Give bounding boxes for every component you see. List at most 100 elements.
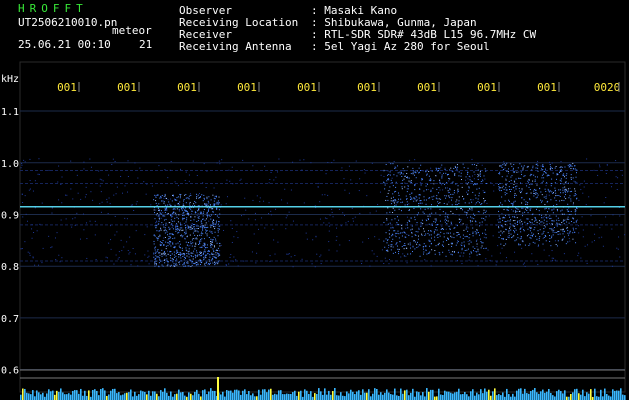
echo-speck [177,218,179,220]
echo-speck [400,232,402,234]
echo-speck [500,230,502,232]
echo-speck [182,212,184,214]
echo-speck [408,234,410,236]
noise-speck [61,202,63,204]
noise-speck [174,181,176,183]
echo-speck [553,227,555,229]
echo-speck [542,168,544,170]
echo-speck [212,258,214,260]
noise-speck [263,200,265,202]
level-bar [478,394,480,400]
echo-speck [551,191,553,193]
noise-speck [362,241,364,243]
noise-speck [303,159,305,161]
noise-speck [85,222,87,224]
echo-speck [425,185,427,187]
level-bar [366,392,368,400]
echo-speck [437,168,439,170]
noise-speck [219,163,221,165]
echo-speck [416,246,418,248]
echo-speck [214,198,216,200]
echo-speck [400,198,402,200]
echo-speck [561,222,563,224]
echo-speck [431,224,433,226]
echo-speck [484,168,486,170]
echo-speck [156,225,158,227]
echo-speck [544,171,546,173]
echo-speck [201,246,203,248]
echo-speck [199,246,201,248]
noise-speck [123,246,125,248]
level-bar [542,389,544,400]
echo-speck [446,219,448,221]
echo-speck [209,230,211,232]
echo-speck [477,248,479,250]
echo-speck [521,165,523,167]
noise-speck [270,214,272,216]
echo-speck [393,230,395,232]
noise-speck [146,183,148,185]
echo-speck [414,184,416,186]
noise-speck [521,189,523,191]
echo-speck [528,179,530,181]
echo-speck [158,209,160,211]
echo-speck [500,187,502,189]
echo-speck [396,232,398,234]
echo-speck [203,245,205,247]
echo-speck [182,235,184,237]
echo-speck [509,191,511,193]
echo-speck [202,233,204,235]
noise-speck [292,161,294,163]
noise-speck [572,204,574,206]
echo-speck [397,230,399,232]
level-bar [576,388,578,400]
echo-speck [558,194,560,196]
echo-speck [442,241,444,243]
level-bar [270,388,272,400]
echo-speck [183,265,185,267]
noise-speck [188,180,190,182]
noise-speck [499,252,501,254]
echo-speck [186,244,188,246]
echo-speck [177,251,179,253]
echo-speck [199,251,201,253]
echo-speck [576,207,578,209]
echo-speck [554,182,556,184]
echo-speck [500,202,502,204]
echo-speck [175,212,177,214]
noise-speck [85,194,87,196]
echo-speck [567,203,569,205]
echo-speck [155,246,157,248]
level-bar [416,391,418,400]
echo-speck [447,173,449,175]
echo-speck [397,201,399,203]
echo-speck [556,225,558,227]
noise-speck [467,178,469,180]
echo-speck [533,195,535,197]
noise-speck [335,239,337,241]
echo-speck [465,228,467,230]
echo-speck [215,196,217,198]
level-bar [268,389,270,400]
noise-speck [274,253,276,255]
echo-speck [181,227,183,229]
echo-speck [478,192,480,194]
noise-speck [243,214,245,216]
level-bar [236,389,238,400]
echo-speck [195,243,197,245]
echo-speck [395,190,397,192]
level-bar [260,394,262,400]
echo-speck [418,197,420,199]
echo-speck [417,238,419,240]
echo-speck [428,219,430,221]
echo-speck [481,242,483,244]
echo-speck [188,195,190,197]
echo-speck [568,234,570,236]
echo-speck [188,242,190,244]
echo-speck [428,230,430,232]
echo-speck [406,222,408,224]
noise-speck [22,202,24,204]
echo-speck [524,175,526,177]
echo-speck [483,175,485,177]
echo-speck [460,219,462,221]
